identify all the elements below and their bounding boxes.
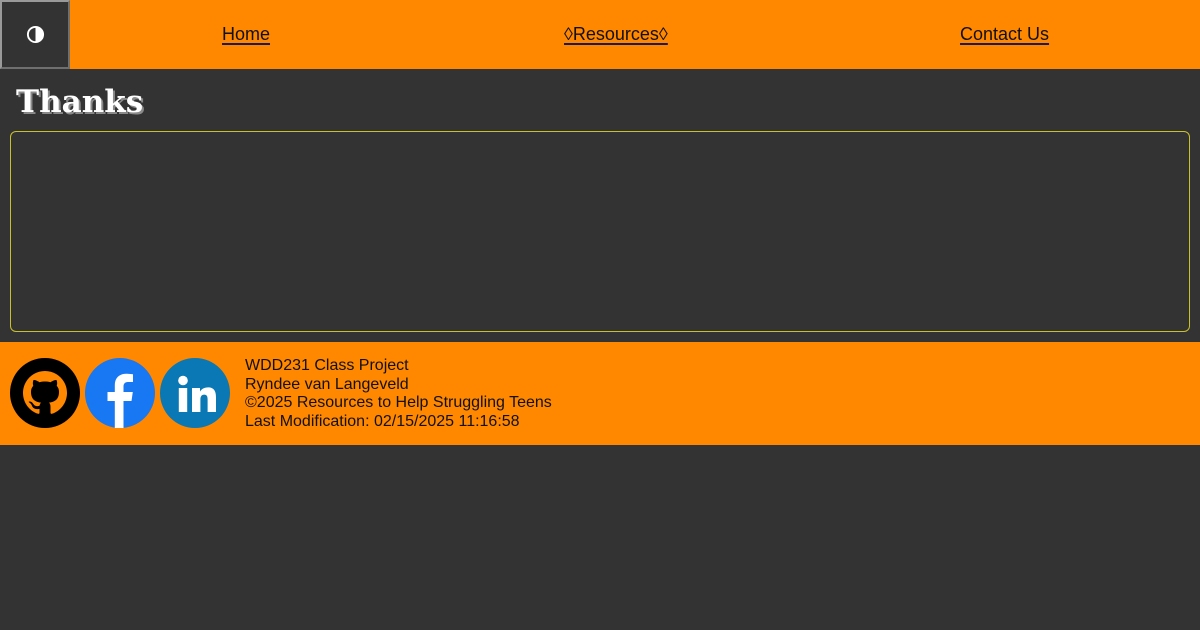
- linkedin-icon: [160, 358, 230, 428]
- footer-info: WDD231 Class Project Ryndee van Langevel…: [245, 357, 552, 431]
- footer-last-modified: Last Modification: 02/15/2025 11:16:58: [245, 412, 520, 430]
- content-panel: [10, 131, 1190, 332]
- site-footer: WDD231 Class Project Ryndee van Langevel…: [0, 342, 1200, 445]
- site-header: Home ◊Resources◊ Contact Us: [0, 0, 1200, 69]
- linkedin-link[interactable]: [160, 358, 230, 428]
- github-icon: [10, 358, 80, 428]
- half-moon-contrast-icon: [26, 25, 44, 44]
- nav-contact-link[interactable]: Contact Us: [960, 22, 1049, 46]
- footer-copyright: ©2025 Resources to Help Struggling Teens: [245, 394, 552, 411]
- facebook-link[interactable]: [85, 358, 155, 428]
- github-link[interactable]: [10, 358, 80, 428]
- facebook-icon: [85, 358, 155, 428]
- page-title: Thanks: [16, 84, 144, 120]
- footer-class-project: WDD231 Class Project: [245, 357, 409, 374]
- theme-toggle-button[interactable]: [0, 0, 70, 69]
- nav-resources-link[interactable]: ◊Resources◊: [564, 22, 668, 46]
- footer-author: Ryndee van Langeveld: [245, 375, 409, 393]
- nav-home-link[interactable]: Home: [222, 22, 270, 46]
